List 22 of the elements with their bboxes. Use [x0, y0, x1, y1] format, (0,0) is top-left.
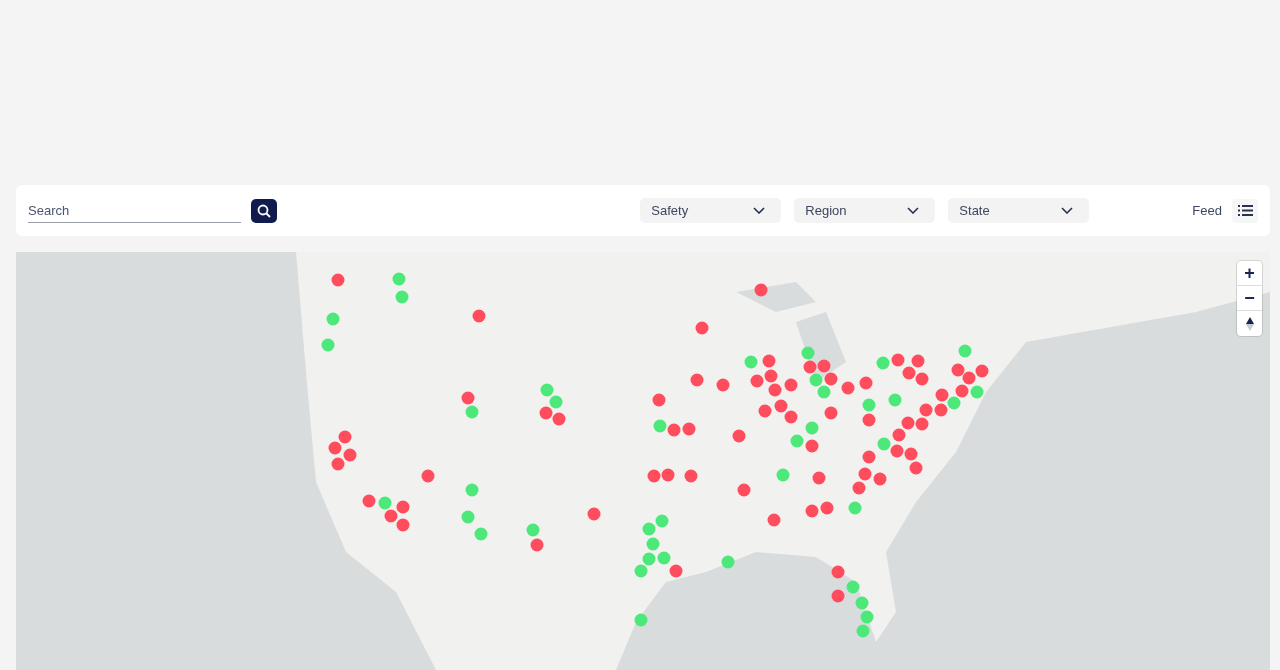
map-marker[interactable]: [831, 589, 845, 603]
map-marker[interactable]: [856, 624, 870, 638]
zoom-in-button[interactable]: +: [1237, 261, 1262, 286]
map-marker[interactable]: [846, 580, 860, 594]
feed-button[interactable]: [1232, 198, 1258, 223]
map-marker[interactable]: [860, 610, 874, 624]
search-icon: [257, 203, 271, 218]
map-marker[interactable]: [831, 565, 845, 579]
map-marker[interactable]: [855, 596, 869, 610]
search-field[interactable]: Search: [28, 198, 241, 223]
compass-icon: [1245, 316, 1254, 331]
map[interactable]: + −: [16, 252, 1270, 670]
filter-dropdown[interactable]: Region: [794, 198, 936, 223]
filter-dropdown[interactable]: State: [948, 198, 1090, 223]
chevron-down-icon: [753, 207, 766, 214]
list-icon: [1237, 205, 1253, 216]
filter-dropdown[interactable]: Safety: [640, 198, 782, 223]
chevron-down-icon: [907, 207, 920, 214]
search-button[interactable]: [251, 198, 277, 223]
chevron-down-icon: [1061, 207, 1074, 214]
feed-label: Feed: [1192, 203, 1222, 218]
zoom-out-button[interactable]: −: [1237, 286, 1262, 311]
